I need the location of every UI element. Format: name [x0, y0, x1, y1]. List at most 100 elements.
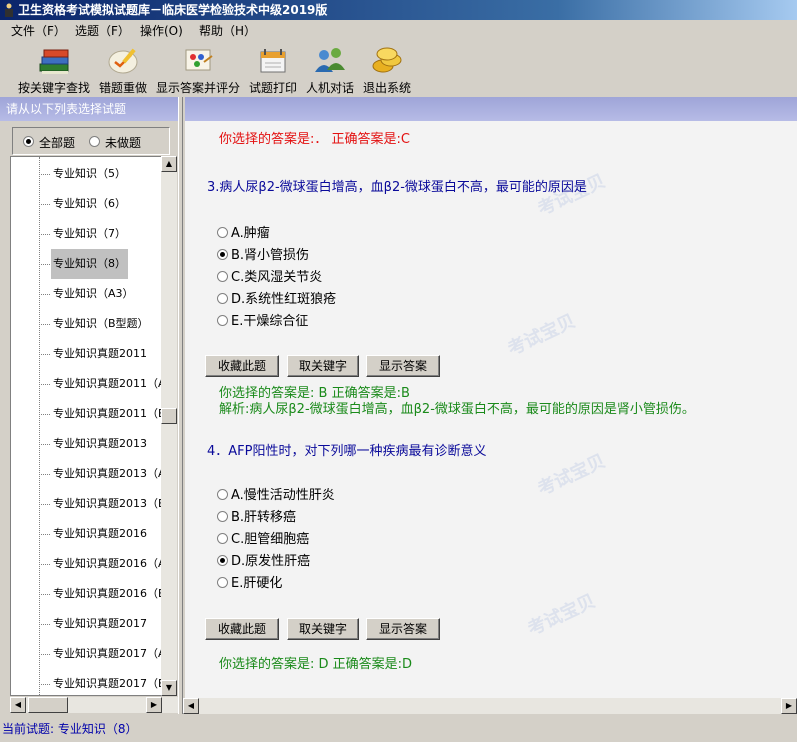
toolbar-label: 错题重做: [98, 81, 147, 95]
tree-item[interactable]: 专业知识真题2011: [51, 345, 149, 363]
tree-item[interactable]: 专业知识真题2013: [51, 435, 149, 453]
palette-icon: [185, 49, 213, 71]
scroll-left-arrow[interactable]: ◀: [183, 698, 199, 714]
scroll-up-arrow[interactable]: ▲: [161, 156, 177, 172]
q4-option-c[interactable]: C.胆管细胞癌: [217, 531, 309, 549]
radio-button[interactable]: [217, 533, 228, 544]
q4-option-d[interactable]: D.原发性肝癌: [217, 553, 310, 571]
q3-analysis: 解析:病人尿β2-微球蛋白增高，血β2-微球蛋白不高，最可能的原因是肾小管损伤。: [219, 402, 695, 417]
radio-button[interactable]: [217, 227, 228, 238]
scroll-left-arrow[interactable]: ◀: [10, 697, 26, 713]
tree-connector: [39, 354, 50, 355]
q3-show-answer-button[interactable]: 显示答案: [366, 355, 440, 377]
show-answer-button[interactable]: 显示答案并评分: [154, 44, 242, 96]
exit-button[interactable]: 退出系统: [360, 44, 414, 96]
tree-horizontal-scrollbar[interactable]: ◀ ▶: [10, 697, 178, 713]
tree-connector: [39, 504, 50, 505]
q4-keyword-button[interactable]: 取关键字: [287, 618, 359, 640]
radio-button[interactable]: [217, 489, 228, 500]
radio-button[interactable]: [217, 577, 228, 588]
tree-item[interactable]: 专业知识（6）: [51, 195, 128, 213]
tree-item[interactable]: 专业知识真题2013（B: [51, 495, 168, 513]
scroll-right-arrow[interactable]: ▶: [781, 698, 797, 714]
watermark: 考试宝贝: [504, 310, 579, 361]
radio-button[interactable]: [217, 293, 228, 304]
calendar-printer-icon: [260, 49, 286, 73]
filter-undone-label[interactable]: 未做题: [105, 134, 141, 151]
tree-item[interactable]: 专业知识（7）: [51, 225, 128, 243]
pen-icon: [108, 48, 138, 74]
panel-splitter[interactable]: [178, 97, 183, 714]
tree-item[interactable]: 专业知识（5）: [51, 165, 128, 183]
search-keyword-button[interactable]: 按关键字查找: [16, 44, 92, 96]
radio-button[interactable]: [217, 555, 228, 566]
q3-option-d[interactable]: D.系统性红斑狼疮: [217, 291, 336, 309]
q4-option-a[interactable]: A.慢性活动性肝炎: [217, 487, 335, 505]
tree-item[interactable]: 专业知识真题2017（A: [51, 645, 168, 663]
right-panel-header: [185, 97, 797, 121]
dialogue-button[interactable]: 人机对话: [304, 44, 356, 96]
hscroll-thumb[interactable]: [28, 697, 68, 713]
tree-connector: [39, 624, 50, 625]
menu-select[interactable]: 选题（F）: [73, 23, 132, 39]
tree-connector: [39, 174, 50, 175]
question-content: 考试宝贝 考试宝贝 考试宝贝 考试宝贝 你选择的答案是:． 正确答案是:C 3.…: [185, 121, 797, 698]
tree-item[interactable]: 专业知识（8）: [51, 249, 128, 279]
tree-connector: [39, 654, 50, 655]
tree-item[interactable]: 专业知识真题2016: [51, 525, 149, 543]
content-horizontal-scrollbar[interactable]: ◀ ▶: [183, 698, 797, 714]
print-button[interactable]: 试题打印: [247, 44, 299, 96]
tree-item[interactable]: 专业知识真题2011（A: [51, 375, 168, 393]
tree-connector: [39, 594, 50, 595]
toolbar-label: 试题打印: [248, 81, 297, 95]
q3-option-e[interactable]: E.干燥综合征: [217, 313, 308, 331]
tree-connector: [39, 474, 50, 475]
q3-favorite-button[interactable]: 收藏此题: [205, 355, 279, 377]
tree-connector: [39, 534, 50, 535]
menu-file[interactable]: 文件（F）: [9, 23, 68, 39]
tree-connector: [39, 684, 50, 685]
watermark: 考试宝贝: [534, 450, 609, 501]
toolbar-label: 人机对话: [305, 81, 354, 95]
tree-item[interactable]: 专业知识真题2017: [51, 615, 149, 633]
left-panel-header: 请从以下列表选择试题: [0, 97, 182, 121]
radio-button[interactable]: [217, 315, 228, 326]
redo-wrong-button[interactable]: 错题重做: [96, 44, 150, 96]
tree-item[interactable]: 专业知识真题2013（A: [51, 465, 168, 483]
filter-undone-radio[interactable]: [89, 136, 100, 147]
tree-item[interactable]: 专业知识真题2016（A: [51, 555, 168, 573]
users-icon: [315, 48, 345, 72]
tree-connector: [39, 384, 50, 385]
q4-favorite-button[interactable]: 收藏此题: [205, 618, 279, 640]
q4-option-e[interactable]: E.肝硬化: [217, 575, 282, 593]
tree-connector: [39, 564, 50, 565]
scroll-down-arrow[interactable]: ▼: [161, 680, 177, 696]
tree-item[interactable]: 专业知识真题2011（B: [51, 405, 168, 423]
tree-connector: [39, 264, 50, 265]
q3-option-b[interactable]: B.肾小管损伤: [217, 247, 309, 265]
tree-item[interactable]: 专业知识真题2016（B: [51, 585, 168, 603]
tree-item[interactable]: 专业知识（B型题）: [51, 315, 151, 333]
filter-all-label[interactable]: 全部题: [39, 134, 75, 151]
tree-connector: [39, 444, 50, 445]
q3-keyword-button[interactable]: 取关键字: [287, 355, 359, 377]
scroll-thumb[interactable]: [161, 408, 177, 424]
status-bar: 当前试题: 专业知识（8）: [0, 716, 797, 742]
toolbar: 按关键字查找 错题重做 显示答案并评分 试题打印 人机对话 退出系统: [0, 42, 797, 96]
q3-option-c[interactable]: C.类风湿关节炎: [217, 269, 322, 287]
q4-show-answer-button[interactable]: 显示答案: [366, 618, 440, 640]
previous-answer-result: 你选择的答案是:． 正确答案是:C: [219, 132, 410, 147]
q3-option-a[interactable]: A.肿瘤: [217, 225, 270, 243]
radio-button[interactable]: [217, 249, 228, 260]
tree-item[interactable]: 专业知识（A3）: [51, 285, 136, 303]
scroll-right-arrow[interactable]: ▶: [146, 697, 162, 713]
filter-all-radio[interactable]: [23, 136, 34, 147]
tree-connector: [39, 234, 50, 235]
tree-vertical-scrollbar[interactable]: ▲ ▼: [161, 156, 177, 696]
q4-option-b[interactable]: B.肝转移癌: [217, 509, 296, 527]
radio-button[interactable]: [217, 511, 228, 522]
radio-button[interactable]: [217, 271, 228, 282]
menu-help[interactable]: 帮助（H）: [197, 23, 258, 39]
tree-item[interactable]: 专业知识真题2017（B: [51, 675, 168, 693]
menu-operate[interactable]: 操作(O): [138, 23, 185, 39]
